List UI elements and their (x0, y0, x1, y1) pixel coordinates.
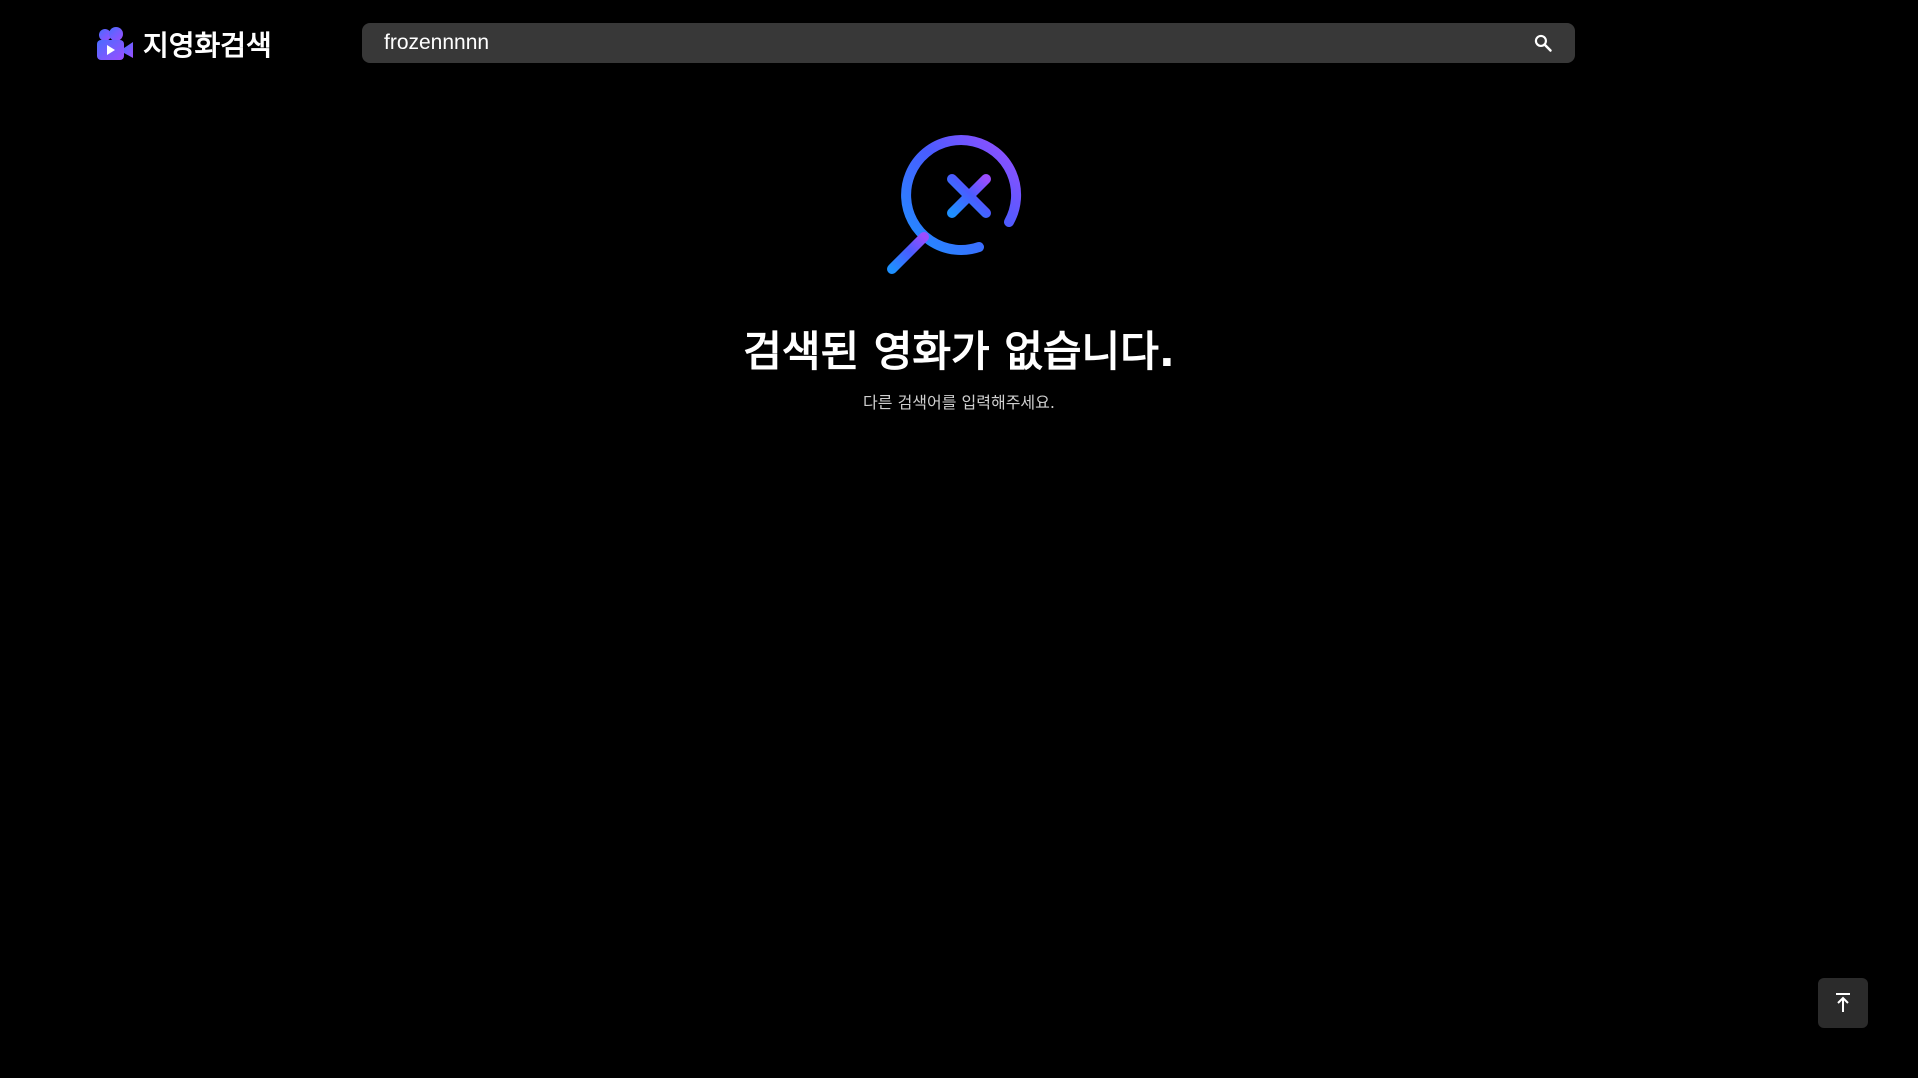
search-x-icon (887, 135, 1022, 274)
search-icon (1534, 34, 1552, 52)
search-bar (362, 23, 1575, 63)
scroll-top-button[interactable] (1818, 978, 1868, 1028)
logo-title: 지영화검색 (143, 29, 272, 62)
logo[interactable]: 지영화검색 (97, 24, 272, 64)
empty-state: 검색된 영화가 없습니다. 다른 검색어를 입력해주세요. (0, 132, 1918, 413)
search-input[interactable] (384, 23, 1529, 63)
movie-camera-icon (97, 27, 133, 60)
empty-title: 검색된 영화가 없습니다. (743, 327, 1175, 376)
arrow-to-top-icon (1836, 993, 1850, 1012)
page: 지영화검색 frozennnnn 검색된 영화가 없습니다. 다른 검색어를 입… (0, 0, 1918, 1078)
empty-subtitle: 다른 검색어를 입력해주세요. (863, 393, 1055, 412)
search-button[interactable] (1529, 29, 1557, 57)
